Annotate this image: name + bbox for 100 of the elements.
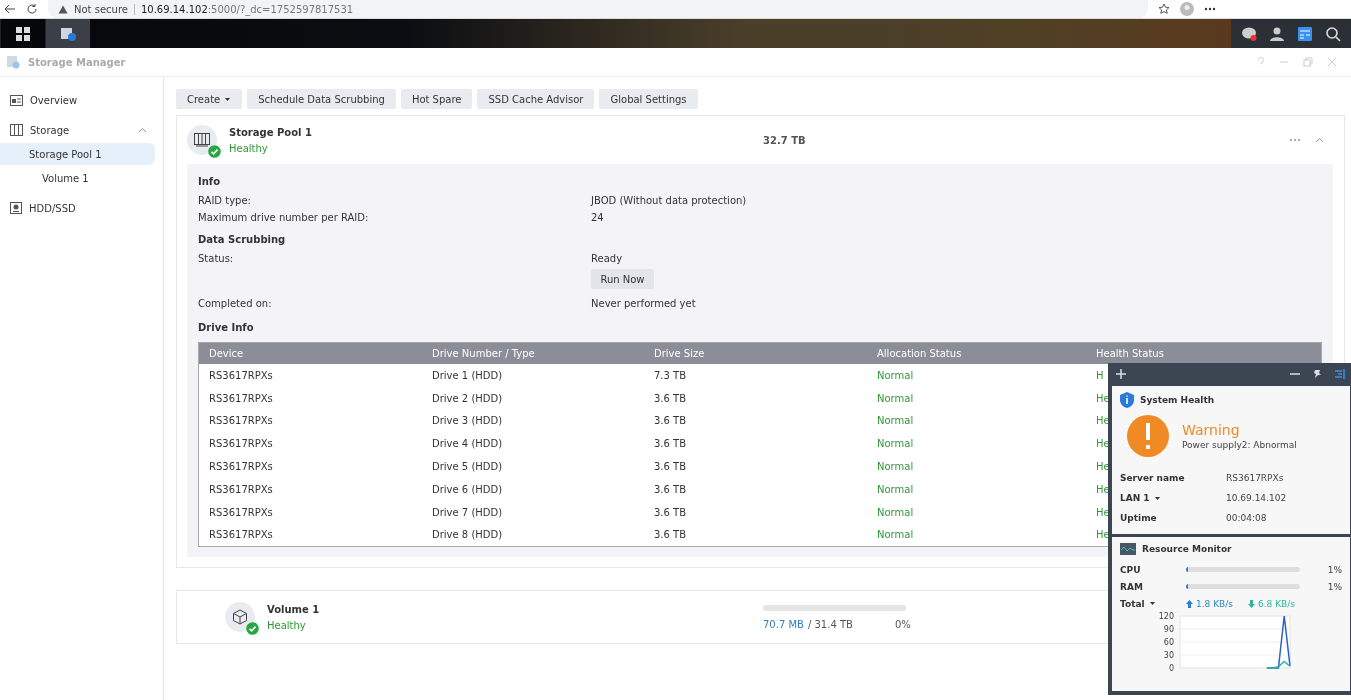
meter-label: CPU <box>1120 564 1142 575</box>
caret-icon <box>1148 601 1156 606</box>
field-label: Status: <box>198 253 235 264</box>
table-cell: RS3617RPXs <box>209 438 273 450</box>
info-label[interactable]: LAN 1 <box>1120 493 1226 503</box>
table-cell: Drive 2 (HDD) <box>432 392 503 404</box>
info-label: Uptime <box>1120 513 1158 523</box>
user-icon[interactable] <box>1269 25 1285 42</box>
table-cell: 7.3 TB <box>654 369 687 381</box>
table-cell: RS3617RPXs <box>209 529 273 541</box>
refresh-icon[interactable] <box>26 3 38 15</box>
table-cell: 3.6 TB <box>654 392 687 404</box>
table-cell: Normal <box>877 438 914 450</box>
field-value: 24 <box>591 212 605 223</box>
pool-status: Healthy <box>229 142 269 154</box>
sidebar-item[interactable]: Volume 1 <box>0 167 155 189</box>
info-label: Server name <box>1120 473 1186 483</box>
section-title: Drive Info <box>198 322 255 333</box>
health-status: Warning <box>1182 422 1241 438</box>
chevron-icon[interactable] <box>1315 137 1324 143</box>
table-cell: Normal <box>877 529 914 541</box>
table-cell: Normal <box>877 392 914 404</box>
table-cell: 3.6 TB <box>654 461 687 473</box>
table-cell: Drive 6 (HDD) <box>432 483 503 495</box>
security-label: Not secure <box>74 3 128 15</box>
section-title: Info <box>198 176 222 187</box>
column-header: Device <box>209 348 244 359</box>
run-now-button[interactable]: Run Now <box>591 269 654 289</box>
table-cell: Normal <box>877 369 914 381</box>
widget-title: System Health <box>1140 395 1215 405</box>
add-icon[interactable] <box>1116 369 1126 379</box>
table-cell: Drive 3 (HDD) <box>432 415 503 427</box>
upload-rate: 1.8 KB/s <box>1186 598 1248 609</box>
chat-icon[interactable] <box>1241 25 1257 42</box>
usage-percent: 0% <box>894 618 911 630</box>
table-cell: 3.6 TB <box>654 506 687 518</box>
used-size[interactable]: 70.7 MB <box>763 618 804 630</box>
info-value: 00:04:08 <box>1226 513 1268 523</box>
axis-tick-label: 0 <box>1168 664 1174 673</box>
volume-name: Volume 1 <box>267 603 321 615</box>
warning-icon <box>1126 414 1170 458</box>
sidebar-item[interactable]: Overview <box>0 89 155 111</box>
widget-title: Resource Monitor <box>1142 544 1232 554</box>
field-label: Maximum drive number per RAID: <box>198 212 370 223</box>
address-bar[interactable]: Not secure 10.69.14.102:5000/?_dc=1752597817531 <box>48 0 1148 18</box>
table-cell: RS3617RPXs <box>209 369 273 381</box>
table-cell: Drive 1 (HDD) <box>432 369 503 381</box>
pin-icon[interactable] <box>1312 369 1322 379</box>
axis-tick-label: 90 <box>1163 625 1174 634</box>
storage-app-icon <box>60 25 76 42</box>
download-rate: 6.8 KB/s <box>1248 598 1342 609</box>
column-header: Drive Size <box>654 348 705 359</box>
storage-app-icon <box>6 55 20 69</box>
info-value: 10.69.14.102 <box>1226 493 1288 503</box>
sidebar-item[interactable]: Storage Pool 1 <box>0 143 155 165</box>
table-cell: 3.6 TB <box>654 415 687 427</box>
field-label: RAID type: <box>198 195 252 206</box>
toolbar-button[interactable]: Hot Spare <box>400 89 473 109</box>
field-label: Completed on: <box>198 298 273 309</box>
column-header: Drive Number / Type <box>432 348 535 359</box>
storage-pool-icon <box>194 133 210 147</box>
search-icon[interactable] <box>1325 25 1341 42</box>
caret-icon <box>224 96 232 102</box>
sidebar-item[interactable]: Storage <box>0 119 155 141</box>
toolbar-button[interactable]: Global Settings <box>599 89 698 109</box>
meter-reading: 1% <box>1326 564 1342 575</box>
section-title: Data Scrubbing <box>198 234 287 245</box>
field-value: JBOD (Without data protection) <box>591 195 748 206</box>
table-cell: 3.6 TB <box>654 438 687 450</box>
meter-label: RAM <box>1120 581 1144 592</box>
axis-tick-label: 120 <box>1158 612 1174 621</box>
sidebar-item[interactable]: HDD/SSD <box>0 197 155 219</box>
widget-icon[interactable] <box>1297 25 1313 42</box>
more-icon[interactable] <box>1204 7 1216 11</box>
storage-icon <box>10 124 23 136</box>
back-icon[interactable] <box>4 4 16 14</box>
warning-icon <box>58 4 68 14</box>
axis-tick-label: 60 <box>1163 638 1174 647</box>
health-message: Power supply2: Abnormal <box>1182 440 1297 450</box>
total-size: / 31.4 TB <box>807 618 853 630</box>
table-cell: Normal <box>877 483 914 495</box>
table-cell: 3.6 TB <box>654 483 687 495</box>
url-text: 10.69.14.102:5000/?_dc=1752597817531 <box>140 3 354 15</box>
overview-icon <box>10 94 23 106</box>
table-cell: Drive 7 (HDD) <box>432 506 503 518</box>
table-cell: Normal <box>877 415 914 427</box>
star-icon[interactable] <box>1158 3 1170 15</box>
grid-icon <box>16 26 30 41</box>
table-cell: Drive 5 (HDD) <box>432 461 503 473</box>
table-cell: RS3617RPXs <box>209 392 273 404</box>
create-dropdown[interactable]: Create <box>176 89 243 109</box>
table-cell: Normal <box>877 461 914 473</box>
table-cell: H <box>1096 369 1104 381</box>
toolbar-button[interactable]: Schedule Data Scrubbing <box>247 89 396 109</box>
total-dropdown[interactable]: Total <box>1120 598 1186 609</box>
taskbar-app-button[interactable] <box>45 19 90 48</box>
info-value: RS3617RPXs <box>1226 473 1285 483</box>
monitor-icon <box>1120 543 1136 555</box>
toolbar-button[interactable]: SSD Cache Advisor <box>477 89 595 109</box>
panel-toggle-icon[interactable] <box>1334 368 1346 380</box>
